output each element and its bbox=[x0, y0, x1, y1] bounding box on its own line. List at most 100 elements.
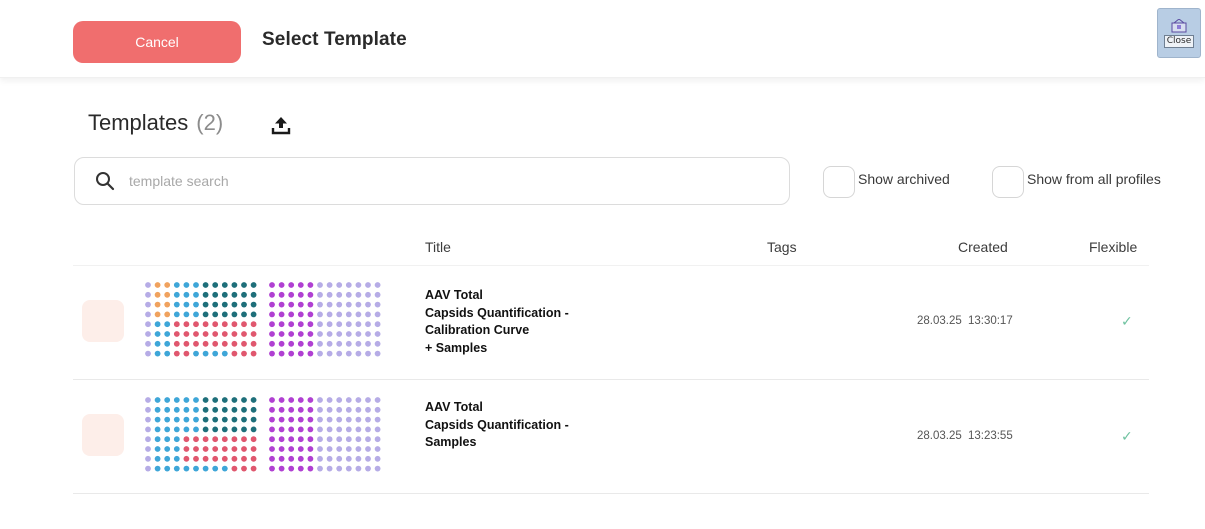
row-select-handle[interactable] bbox=[82, 414, 124, 456]
template-created: 28.03.25 13:23:55 bbox=[917, 430, 1013, 442]
column-header-created[interactable]: Created bbox=[958, 239, 1008, 255]
search-input[interactable] bbox=[127, 172, 727, 190]
plate-well bbox=[183, 331, 190, 337]
plate-well bbox=[173, 436, 180, 443]
plate-well bbox=[241, 436, 247, 443]
plate-well bbox=[183, 455, 190, 462]
table-row[interactable]: AAV Total Capsids Quantification - Sampl… bbox=[73, 380, 1149, 494]
plate-well bbox=[374, 311, 381, 318]
plate-well bbox=[345, 397, 352, 403]
plate-well bbox=[183, 350, 190, 357]
plate-well bbox=[307, 321, 314, 328]
templates-count: (2) bbox=[196, 110, 224, 135]
plate-well bbox=[145, 426, 151, 433]
plate-well bbox=[307, 340, 314, 347]
show-archived-checkbox[interactable] bbox=[823, 166, 855, 198]
plate-well bbox=[269, 321, 275, 328]
upload-icon[interactable] bbox=[270, 114, 292, 136]
plate-well bbox=[202, 311, 209, 318]
plate-well bbox=[336, 301, 343, 308]
plate-well bbox=[269, 350, 275, 357]
plate-well bbox=[297, 291, 304, 298]
plate-well bbox=[231, 311, 238, 318]
plate-well bbox=[278, 455, 285, 462]
plate-well bbox=[297, 321, 304, 328]
plate-well bbox=[164, 446, 171, 452]
row-select-handle[interactable] bbox=[82, 300, 124, 342]
plate-well bbox=[326, 406, 333, 413]
plate-well bbox=[145, 465, 151, 472]
cancel-button[interactable]: Cancel bbox=[73, 21, 241, 63]
plate-well bbox=[355, 331, 362, 337]
plate-well bbox=[365, 282, 371, 288]
plate-well bbox=[183, 416, 190, 423]
plate-well bbox=[231, 436, 238, 443]
template-title: AAV Total Capsids Quantification - Calib… bbox=[425, 288, 569, 355]
plate-well bbox=[193, 465, 199, 472]
plate-well bbox=[193, 446, 199, 452]
plate-well bbox=[212, 331, 219, 337]
plate-well bbox=[336, 426, 343, 433]
plate-well bbox=[288, 291, 295, 298]
plate-well bbox=[345, 436, 352, 443]
column-header-tags[interactable]: Tags bbox=[767, 239, 797, 255]
plate-well bbox=[345, 331, 352, 337]
plate-well bbox=[365, 397, 371, 403]
plate-well bbox=[317, 465, 323, 472]
plate-well bbox=[326, 340, 333, 347]
plate-well bbox=[231, 282, 238, 288]
plate-well bbox=[269, 465, 275, 472]
plate-well bbox=[173, 426, 180, 433]
plate-well bbox=[269, 291, 275, 298]
plate-well bbox=[250, 406, 257, 413]
plate-well bbox=[355, 350, 362, 357]
plate-well bbox=[355, 465, 362, 472]
plate-well bbox=[269, 406, 275, 413]
plate-well bbox=[307, 301, 314, 308]
plate-well bbox=[288, 340, 295, 347]
plate-well bbox=[173, 321, 180, 328]
plate-well bbox=[145, 331, 151, 337]
plate-well bbox=[355, 455, 362, 462]
plate-well bbox=[241, 340, 247, 347]
plate-well bbox=[193, 416, 199, 423]
plate-well bbox=[154, 426, 161, 433]
plate-well bbox=[221, 397, 228, 403]
plate-well bbox=[365, 291, 371, 298]
plate-well bbox=[374, 436, 381, 443]
close-window-button[interactable]: Close bbox=[1157, 8, 1201, 58]
top-bar: Cancel Select Template Close bbox=[0, 0, 1205, 78]
plate-well bbox=[250, 436, 257, 443]
column-header-flexible[interactable]: Flexible bbox=[1089, 239, 1137, 255]
flexible-check-icon: ✓ bbox=[1121, 428, 1133, 444]
plate-well bbox=[221, 291, 228, 298]
plate-well bbox=[193, 311, 199, 318]
plate-well bbox=[288, 321, 295, 328]
table-row[interactable]: AAV Total Capsids Quantification - Calib… bbox=[73, 266, 1149, 380]
plate-well bbox=[326, 331, 333, 337]
show-archived-option[interactable]: Show archived bbox=[823, 166, 950, 198]
plate-well bbox=[202, 455, 209, 462]
show-all-profiles-checkbox[interactable] bbox=[992, 166, 1024, 198]
plate-well bbox=[278, 350, 285, 357]
plate-well bbox=[297, 436, 304, 443]
plate-well bbox=[231, 291, 238, 298]
plate-well bbox=[183, 321, 190, 328]
plate-well bbox=[145, 321, 151, 328]
plate-well bbox=[374, 350, 381, 357]
plate-well bbox=[326, 301, 333, 308]
plate-well bbox=[345, 311, 352, 318]
column-header-title[interactable]: Title bbox=[425, 239, 451, 255]
search-field[interactable] bbox=[74, 157, 790, 205]
show-all-profiles-option[interactable]: Show from all profiles bbox=[992, 166, 1161, 198]
plate-well bbox=[297, 311, 304, 318]
plate-well bbox=[307, 406, 314, 413]
plate-well bbox=[231, 340, 238, 347]
plate-well bbox=[154, 291, 161, 298]
plate-well bbox=[317, 436, 323, 443]
plate-well bbox=[173, 291, 180, 298]
plate-well bbox=[241, 282, 247, 288]
plate-well bbox=[297, 340, 304, 347]
plate-well bbox=[317, 340, 323, 347]
plate-well bbox=[278, 416, 285, 423]
